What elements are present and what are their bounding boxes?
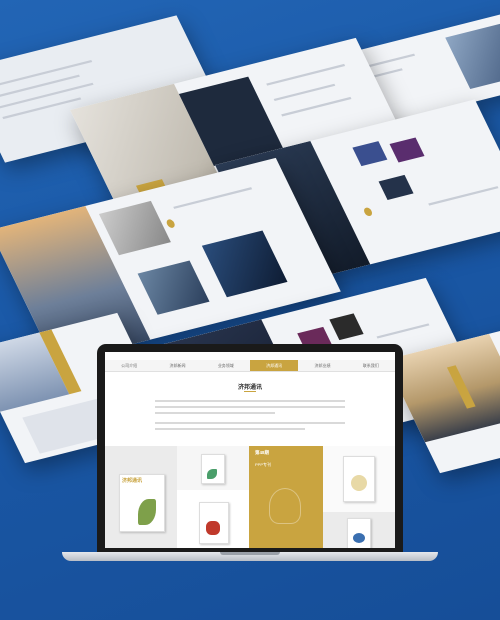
featured-issue-tile[interactable]: 第48期 PPP专刊 — [249, 446, 323, 548]
paragraph-line — [155, 400, 345, 402]
top-navigation: 公司介绍 济邦新闻 业务领域 济邦通讯 济邦业绩 联系我们 — [105, 360, 395, 372]
issue-subtitle: PPP专刊 — [255, 462, 272, 467]
laptop-frame: 公司介绍 济邦新闻 业务领域 济邦通讯 济邦业绩 联系我们 济邦通讯 济邦通讯 — [97, 344, 403, 556]
cover-tile[interactable] — [323, 446, 395, 512]
nav-tab-active[interactable]: 济邦通讯 — [249, 360, 299, 371]
head-outline-icon — [269, 488, 301, 524]
magazine-cover — [347, 518, 371, 548]
laptop-screen: 公司介绍 济邦新闻 业务领域 济邦通讯 济邦业绩 联系我们 济邦通讯 济邦通讯 — [105, 352, 395, 548]
nav-tab[interactable]: 联系我们 — [347, 360, 395, 371]
magazine-cover — [343, 456, 375, 502]
magazine-cover: 济邦通讯 — [119, 474, 165, 532]
paragraph-line — [155, 422, 345, 424]
leaf-icon — [138, 499, 156, 525]
circle-icon — [353, 533, 365, 543]
magazine-cover — [199, 502, 229, 544]
nav-tab[interactable]: 济邦业绩 — [298, 360, 346, 371]
cover-tile[interactable]: 济邦通讯 — [105, 446, 177, 548]
nav-tab[interactable]: 济邦新闻 — [153, 360, 201, 371]
laptop-notch — [220, 552, 280, 555]
section-title: 济邦通讯 — [237, 385, 262, 391]
leaf-icon — [207, 469, 217, 479]
people-icon — [206, 521, 220, 535]
publication-grid: 济邦通讯 第48期 PPP专刊 — [105, 446, 395, 548]
title-divider — [244, 391, 256, 392]
nav-tab[interactable]: 业务领域 — [202, 360, 250, 371]
circle-icon — [351, 475, 367, 491]
magazine-cover — [201, 454, 225, 484]
paragraph-line — [155, 406, 345, 408]
nav-tab[interactable]: 公司介绍 — [105, 360, 153, 371]
paragraph-line — [155, 428, 305, 430]
cover-tile[interactable] — [323, 512, 395, 548]
cover-tile[interactable] — [177, 490, 249, 548]
cover-tile[interactable] — [177, 446, 249, 490]
issue-number: 第48期 — [255, 450, 270, 455]
paragraph-line — [155, 412, 275, 414]
cover-title: 济邦通讯 — [122, 478, 143, 484]
